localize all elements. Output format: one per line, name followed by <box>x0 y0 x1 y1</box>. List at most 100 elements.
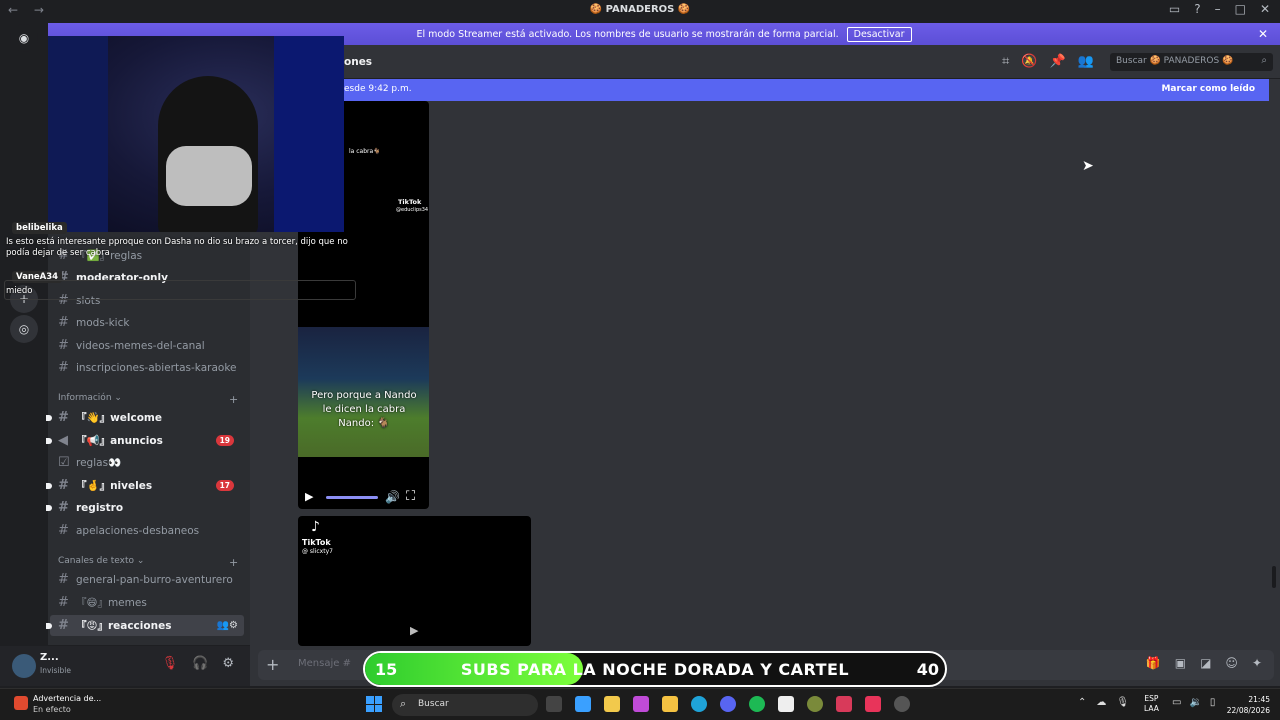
channel-inscripciones[interactable]: # inscripciones-abiertas-karaoke <box>50 357 244 378</box>
chat-message: Is esto está interesante pproque con Das… <box>6 237 348 258</box>
copilot-icon[interactable] <box>633 696 649 712</box>
pin-icon[interactable]: 📌 <box>1050 54 1066 69</box>
taskbar-search[interactable]: ⌕ Buscar <box>392 694 538 716</box>
close-window-icon[interactable]: ✕ <box>1260 2 1270 16</box>
add-channel-icon[interactable]: + <box>229 556 238 569</box>
unread-pip <box>46 482 52 489</box>
channel-general[interactable]: # general-pan-burro-aventurero <box>50 569 244 590</box>
language-indicator[interactable]: ESP LAA <box>1144 694 1159 714</box>
add-attachment-icon[interactable]: + <box>266 655 279 674</box>
channel-apelaciones[interactable]: # apelaciones-desbaneos <box>50 520 244 541</box>
search-input[interactable]: Buscar 🍪 PANADEROS 🍪 ⌕ <box>1110 53 1273 71</box>
maximize-icon[interactable]: □ <box>1235 2 1246 16</box>
volume-slider[interactable] <box>326 496 378 499</box>
video-controls: ▶ 🔊 ⛶ <box>298 487 429 509</box>
message-input[interactable]: Mensaje # <box>298 658 351 669</box>
windows-start-icon[interactable] <box>366 696 382 712</box>
app-icon[interactable] <box>894 696 910 712</box>
channel-memes[interactable]: # 『😄』memes <box>50 592 244 613</box>
channel-reglas-info[interactable]: ☑ reglas👀 <box>50 452 244 473</box>
threads-icon[interactable]: ⌗ <box>1002 54 1009 69</box>
notification-bell-icon[interactable]: 🔕 <box>1021 54 1037 69</box>
headphones-icon[interactable]: 🎧 <box>192 656 208 671</box>
member-list-icon[interactable]: 👥 <box>1078 54 1094 69</box>
clock-time: 21:45 <box>1248 695 1270 704</box>
app-icon[interactable] <box>836 696 852 712</box>
channel-welcome[interactable]: # 『👋』welcome <box>46 407 244 428</box>
subs-goal-text: SUBS PARA LA NOCHE DORADA Y CARTEL <box>460 660 850 679</box>
new-messages-text: esde 9:42 p.m. <box>344 84 412 94</box>
clock-date: 22/08/2026 <box>1226 706 1270 715</box>
taskbar: Advertencia de... En efecto ⌕ Buscar ⌃ ☁… <box>0 688 1280 720</box>
scrollbar[interactable] <box>1272 566 1276 588</box>
video-attachment[interactable]: ♪ TikTok @ slicxty7 ▶ <box>298 516 531 646</box>
channel-videos-memes[interactable]: # videos-memes-del-canal <box>50 335 244 356</box>
notepad-icon[interactable] <box>575 696 591 712</box>
discord-home-icon[interactable]: ◉ <box>10 24 38 52</box>
channel-reacciones[interactable]: # 『😡』reacciones 👥⚙ <box>46 615 244 636</box>
webcam-overlay <box>48 36 344 232</box>
play-icon[interactable]: ▶ <box>410 624 418 637</box>
mic-icon[interactable]: 🎙 <box>1116 697 1129 708</box>
channel-label: 『😄』memes <box>76 597 147 609</box>
file-explorer-icon[interactable] <box>662 696 678 712</box>
video-attachment[interactable]: Pero porque a Nando le dicen la cabra Na… <box>298 275 429 509</box>
play-icon[interactable]: ▶ <box>305 490 313 503</box>
app-icon[interactable] <box>807 696 823 712</box>
category-informacion[interactable]: Información ⌄ + <box>58 393 238 406</box>
channel-registro[interactable]: # registro <box>46 497 244 518</box>
hash-icon: # <box>58 478 69 493</box>
header-toolbar: ⌗ 🔕 📌 👥 <box>1002 54 1094 69</box>
spotify-icon[interactable] <box>749 696 765 712</box>
channel-mods-kick[interactable]: # mods-kick <box>50 312 244 333</box>
channel-label: 『😡』reacciones <box>76 620 172 632</box>
battery-icon[interactable]: ▯ <box>1210 697 1216 708</box>
channel-anuncios[interactable]: ◀ 『📢』anuncios 19 <box>46 430 244 451</box>
category-label: Información <box>58 393 112 403</box>
minimize-icon[interactable]: – <box>1215 2 1221 16</box>
add-channel-icon[interactable]: + <box>229 393 238 406</box>
edge-icon[interactable] <box>691 696 707 712</box>
new-messages-bar[interactable]: esde 9:42 p.m. Marcar como leído <box>334 79 1269 101</box>
unread-pip <box>46 504 52 511</box>
hash-icon: # <box>58 618 69 633</box>
gif-icon[interactable]: ▣ <box>1175 656 1186 670</box>
mic-muted-icon[interactable]: 🎙 <box>162 656 179 671</box>
clock[interactable]: 21:45 22/08/2026 <box>1227 694 1270 716</box>
emoji-icon[interactable]: ☺ <box>1225 656 1238 670</box>
inbox-icon[interactable]: ▭ <box>1169 2 1180 16</box>
mark-read-button[interactable]: Marcar como leído <box>1161 84 1255 94</box>
chevron-up-icon[interactable]: ⌃ <box>1078 697 1086 708</box>
display-icon[interactable]: ▭ <box>1172 697 1181 708</box>
speaker-icon[interactable]: 🔉 <box>1189 697 1201 708</box>
help-icon[interactable]: ? <box>1194 2 1200 16</box>
gift-icon[interactable]: 🎁 <box>1146 656 1161 670</box>
hash-icon: # <box>58 360 69 375</box>
task-view-icon[interactable] <box>546 696 562 712</box>
discover-icon[interactable]: ◎ <box>10 315 38 343</box>
channel-settings-icon[interactable]: 👥⚙ <box>217 620 238 631</box>
cloud-icon[interactable]: ☁ <box>1096 697 1106 708</box>
app-icon[interactable] <box>778 696 794 712</box>
close-banner-icon[interactable]: ✕ <box>1258 27 1268 41</box>
fullscreen-icon[interactable]: ⛶ <box>406 489 415 504</box>
apps-icon[interactable]: ✦ <box>1252 656 1262 670</box>
sticker-icon[interactable]: ◪ <box>1200 656 1211 670</box>
avatar[interactable] <box>12 654 36 678</box>
window-controls: ▭ ? – □ ✕ <box>1169 2 1270 16</box>
composer-tools: 🎁 ▣ ◪ ☺ ✦ <box>1146 656 1262 670</box>
hash-icon: # <box>58 315 69 330</box>
language-layout: LAA <box>1144 704 1159 713</box>
title-bar: ← → 🍪 PANADEROS 🍪 ▭ ? – □ ✕ <box>0 0 1280 21</box>
sticky-notes-icon[interactable] <box>604 696 620 712</box>
user-panel: Z... Invisible 🎙 🎧 ⚙ <box>0 646 250 686</box>
streamer-mode-message: El modo Streamer está activado. Los nomb… <box>416 28 839 40</box>
settings-gear-icon[interactable]: ⚙ <box>222 656 234 671</box>
tiktok-app-icon[interactable] <box>865 696 881 712</box>
discord-icon[interactable] <box>720 696 736 712</box>
channel-niveles[interactable]: # 『🤞』niveles 17 <box>46 475 244 496</box>
search-icon: ⌕ <box>1261 55 1267 66</box>
category-canales-texto[interactable]: Canales de texto ⌄ + <box>58 556 238 569</box>
deactivate-streamer-button[interactable]: Desactivar <box>846 26 912 42</box>
volume-icon[interactable]: 🔊 <box>385 490 400 504</box>
